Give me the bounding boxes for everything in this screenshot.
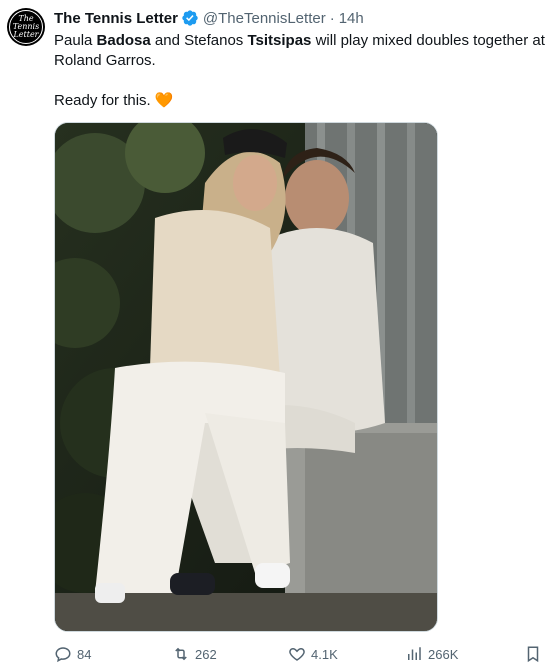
separator-dot: · [329,9,335,27]
bookmark-button[interactable] [524,645,542,663]
text-segment: and Stefanos [150,32,248,49]
orange-heart-emoji: 🧡 [154,92,174,109]
timestamp[interactable]: 14h [339,10,364,27]
bookmark-icon [527,646,539,663]
tweet-line-3: Ready for this. 🧡 [54,91,547,111]
views-icon [408,647,421,660]
views-button[interactable]: 266K [405,645,458,663]
like-count: 4.1K [311,646,338,662]
author-name[interactable]: The Tennis Letter [54,10,178,27]
reply-button[interactable]: 84 [54,645,91,663]
tweet-photo[interactable] [54,122,438,632]
author-handle[interactable]: @TheTennisLetter [203,10,326,27]
reply-icon [55,647,71,663]
like-button[interactable]: 4.1K [288,645,338,663]
avatar-text-3: Letter [13,30,39,39]
tweet-line-1: Paula Badosa and Stefanos Tsitsipas will… [54,31,547,51]
text-segment: Paula [54,32,97,49]
heart-icon [289,647,305,661]
text-segment: will play mixed doubles together at [311,32,545,49]
tweet-header: The Tennis Letter @TheTennisLetter · 14h [54,8,364,28]
verified-badge-icon [181,9,199,27]
retweet-count: 262 [195,646,217,662]
tweet-line-2: Roland Garros. [54,52,156,69]
retweet-button[interactable]: 262 [172,645,217,663]
reply-count: 84 [77,646,92,662]
mention-badosa: Badosa [96,32,151,49]
mention-tsitsipas: Tsitsipas [247,32,312,49]
views-count: 266K [428,646,459,662]
tweet-text: Paula Badosa and Stefanos Tsitsipas will… [54,31,547,111]
avatar[interactable]: The Tennis Letter [7,8,45,46]
text-segment: Ready for this. [54,92,151,109]
avatar-logo: The Tennis Letter [9,10,43,44]
retweet-icon [175,647,187,661]
tweet-actions: 84 262 4.1K 266K [54,645,547,665]
